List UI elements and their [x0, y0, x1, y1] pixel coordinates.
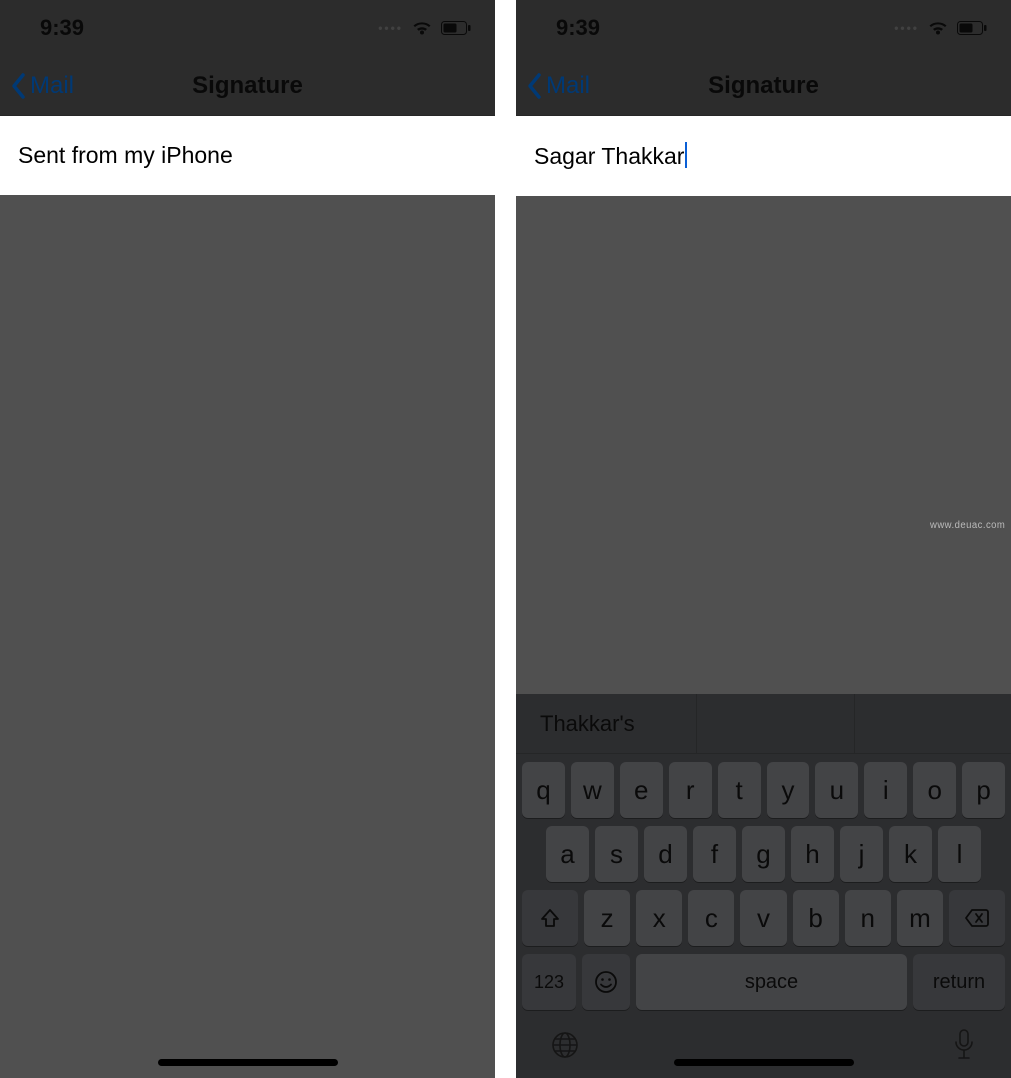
key-r[interactable]: r	[669, 762, 712, 818]
battery-icon	[441, 21, 471, 35]
key-q[interactable]: q	[522, 762, 565, 818]
backspace-key[interactable]	[949, 890, 1005, 946]
key-a[interactable]: a	[546, 826, 589, 882]
numbers-key[interactable]: 123	[522, 954, 576, 1010]
phone-left: 9:39 •••• Mail Signature Sent from my iP…	[0, 0, 495, 1078]
key-h[interactable]: h	[791, 826, 834, 882]
back-label: Mail	[546, 72, 590, 100]
page-title: Signature	[0, 72, 495, 100]
signature-input[interactable]: Sagar Thakkar	[516, 116, 1011, 196]
status-right: ••••	[378, 20, 471, 36]
status-bar: 9:39 ••••	[516, 0, 1011, 56]
cellular-icon: ••••	[894, 21, 919, 35]
key-f[interactable]: f	[693, 826, 736, 882]
suggestion-2[interactable]	[697, 694, 854, 753]
signature-input[interactable]: Sent from my iPhone	[0, 116, 495, 195]
key-row-4: 123 space return	[516, 946, 1011, 1010]
home-indicator[interactable]	[158, 1059, 338, 1066]
key-t[interactable]: t	[718, 762, 761, 818]
microphone-icon	[951, 1028, 977, 1062]
key-row-1: q w e r t y u i o p	[516, 754, 1011, 818]
key-g[interactable]: g	[742, 826, 785, 882]
key-n[interactable]: n	[845, 890, 891, 946]
key-w[interactable]: w	[571, 762, 614, 818]
status-bar: 9:39 ••••	[0, 0, 495, 56]
key-l[interactable]: l	[938, 826, 981, 882]
key-c[interactable]: c	[688, 890, 734, 946]
key-u[interactable]: u	[815, 762, 858, 818]
shift-icon	[539, 907, 561, 929]
cellular-icon: ••••	[378, 21, 403, 35]
page-title: Signature	[516, 72, 1011, 100]
signature-text: Sagar Thakkar	[534, 143, 684, 169]
nav-bar: Mail Signature	[0, 56, 495, 116]
chevron-left-icon	[526, 72, 544, 100]
key-x[interactable]: x	[636, 890, 682, 946]
back-label: Mail	[30, 72, 74, 100]
backspace-icon	[964, 908, 990, 928]
nav-bar: Mail Signature	[516, 56, 1011, 116]
globe-icon	[550, 1030, 580, 1060]
key-y[interactable]: y	[767, 762, 810, 818]
key-row-3: z x c v b n m	[516, 882, 1011, 946]
status-time: 9:39	[556, 15, 600, 41]
globe-key[interactable]	[550, 1030, 580, 1060]
chevron-left-icon	[10, 72, 28, 100]
suggestion-3[interactable]	[855, 694, 1011, 753]
keyboard: Thakkar's q w e r t y u i o p a s d f g …	[516, 694, 1011, 1078]
watermark: www.deuac.com	[930, 520, 1005, 531]
back-button[interactable]: Mail	[0, 72, 74, 100]
key-s[interactable]: s	[595, 826, 638, 882]
key-z[interactable]: z	[584, 890, 630, 946]
keyboard-footer	[516, 1010, 1011, 1066]
key-v[interactable]: v	[740, 890, 786, 946]
wifi-icon	[411, 20, 433, 36]
key-i[interactable]: i	[864, 762, 907, 818]
suggestion-1[interactable]: Thakkar's	[516, 694, 697, 753]
home-indicator[interactable]	[674, 1059, 854, 1066]
key-o[interactable]: o	[913, 762, 956, 818]
suggestion-bar: Thakkar's	[516, 694, 1011, 754]
key-row-2: a s d f g h j k l	[516, 818, 1011, 882]
key-e[interactable]: e	[620, 762, 663, 818]
key-b[interactable]: b	[793, 890, 839, 946]
space-key[interactable]: space	[636, 954, 907, 1010]
content-background	[0, 260, 495, 1078]
text-caret	[685, 142, 687, 168]
status-time: 9:39	[40, 15, 84, 41]
return-key[interactable]: return	[913, 954, 1005, 1010]
emoji-key[interactable]	[582, 954, 630, 1010]
back-button[interactable]: Mail	[516, 72, 590, 100]
status-right: ••••	[894, 20, 987, 36]
dictation-key[interactable]	[951, 1028, 977, 1062]
key-j[interactable]: j	[840, 826, 883, 882]
key-m[interactable]: m	[897, 890, 943, 946]
phone-right: 9:39 •••• Mail Signature Sagar Thakkar T…	[516, 0, 1011, 1078]
shift-key[interactable]	[522, 890, 578, 946]
key-k[interactable]: k	[889, 826, 932, 882]
emoji-icon	[593, 969, 619, 995]
key-d[interactable]: d	[644, 826, 687, 882]
signature-text: Sent from my iPhone	[18, 142, 233, 168]
battery-icon	[957, 21, 987, 35]
key-p[interactable]: p	[962, 762, 1005, 818]
wifi-icon	[927, 20, 949, 36]
